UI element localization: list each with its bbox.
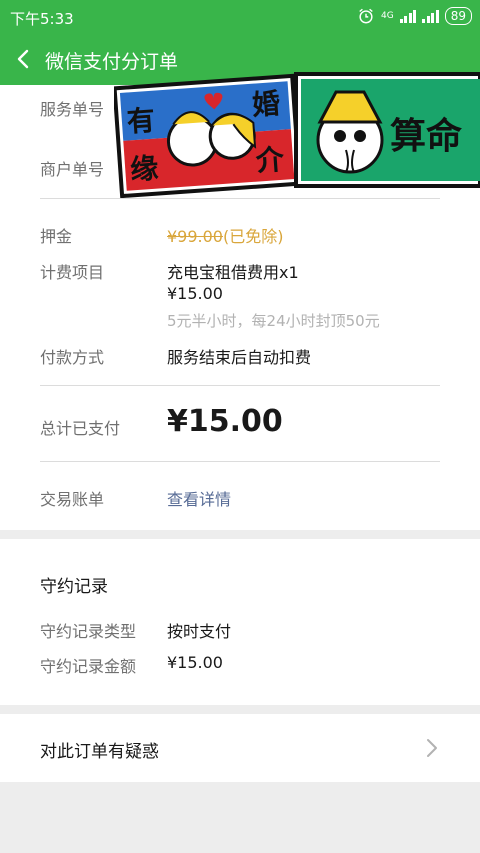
promise-title: 守约记录 xyxy=(40,577,108,597)
sticker-overlay: 有 缘 婚 介 算命 xyxy=(114,72,480,198)
status-icons: 4G 89 xyxy=(357,7,472,25)
status-time: 下午5:33 xyxy=(10,10,74,28)
billing-label: 计费项目 xyxy=(40,263,105,282)
sticker-char: 婚 xyxy=(251,87,281,122)
deposit-label: 押金 xyxy=(40,227,73,246)
divider xyxy=(40,198,440,199)
fortune-telling-sticker: 算命 xyxy=(294,72,480,188)
deposit-amount: ¥99.00 xyxy=(167,227,223,246)
alarm-icon xyxy=(359,8,373,24)
merchant-no-label: 商户单号 xyxy=(40,160,105,179)
sticker-char: 缘 xyxy=(129,152,159,187)
deposit-value: ¥99.00(已免除) xyxy=(167,223,283,247)
signal-icon xyxy=(422,9,439,23)
billing-item: 充电宝租借费用x1 xyxy=(167,263,299,282)
promise-amount-value: ¥15.00 xyxy=(167,653,223,672)
payment-method-label: 付款方式 xyxy=(40,348,105,367)
divider xyxy=(40,385,440,386)
chevron-left-icon[interactable] xyxy=(12,45,34,73)
chevron-right-icon xyxy=(427,739,437,757)
deposit-note: (已免除) xyxy=(222,227,284,246)
order-question-row[interactable]: 对此订单有疑惑 xyxy=(0,714,480,782)
network-type: 4G xyxy=(381,10,394,21)
sticker-text: 算命 xyxy=(390,115,462,157)
promise-amount-label: 守约记录金额 xyxy=(40,657,137,676)
divider xyxy=(40,461,440,462)
matchmaking-sticker: 有 缘 婚 介 xyxy=(114,73,302,198)
promise-record-card: 守约记录 守约记录类型 按时支付 守约记录金额 ¥15.00 xyxy=(0,539,480,705)
bill-label: 交易账单 xyxy=(40,490,105,509)
battery-indicator: 89 xyxy=(444,7,472,25)
payment-method-value: 服务结束后自动扣费 xyxy=(167,348,312,367)
service-no-label: 服务单号 xyxy=(40,100,105,119)
signal-icon xyxy=(399,9,417,23)
status-bar: 下午5:33 4G 89 xyxy=(0,0,480,33)
sticker-char: 介 xyxy=(254,143,286,178)
total-amount: ¥15.00 xyxy=(167,404,283,439)
view-bill-link[interactable]: 查看详情 xyxy=(167,486,231,510)
total-label: 总计已支付 xyxy=(40,419,121,438)
sticker-char: 有 xyxy=(126,104,156,139)
promise-type-value: 按时支付 xyxy=(167,622,232,641)
billing-rule: 5元半小时，每24小时封顶50元 xyxy=(167,312,380,330)
order-question-label: 对此订单有疑惑 xyxy=(40,742,159,762)
billing-amount: ¥15.00 xyxy=(167,284,223,303)
promise-type-label: 守约记录类型 xyxy=(40,622,137,641)
